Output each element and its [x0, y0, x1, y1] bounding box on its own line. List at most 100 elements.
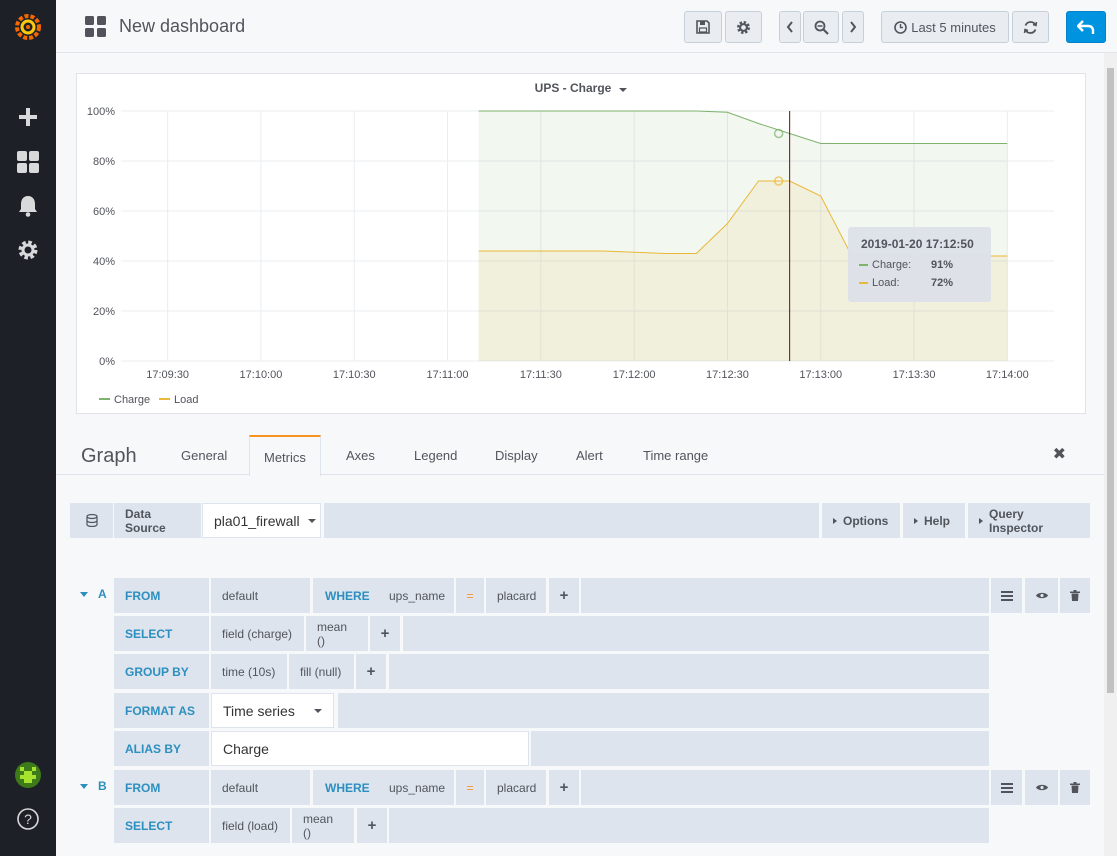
tooltip-row-load: Load:	[859, 277, 900, 289]
query-inspector-button[interactable]: Query Inspector	[968, 503, 1090, 538]
tab-alert[interactable]: Alert	[576, 448, 603, 463]
query-inspector-label: Query Inspector	[989, 506, 1044, 535]
select-row-filler	[389, 808, 989, 843]
remove-query-button[interactable]	[1060, 770, 1090, 805]
format-as-value: Time series	[223, 702, 295, 719]
dashboard-settings-button[interactable]	[725, 11, 762, 43]
select-field-segment[interactable]: field (load)	[211, 808, 290, 843]
undo-arrow-icon	[1077, 19, 1095, 34]
x-tick-label: 17:14:00	[986, 369, 1029, 381]
chevron-down-icon	[307, 518, 316, 523]
format-as-select[interactable]: Time series	[211, 693, 334, 728]
tab-legend[interactable]: Legend	[414, 448, 457, 463]
back-to-dashboard-button[interactable]	[1066, 11, 1106, 43]
tab-time-range[interactable]: Time range	[643, 448, 708, 463]
retention-policy-segment[interactable]: default	[211, 578, 310, 613]
tooltip-series-name: Charge:	[872, 259, 912, 271]
x-tick-label: 17:10:30	[333, 369, 376, 381]
add-where-button[interactable]: +	[549, 578, 579, 613]
options-button[interactable]: Options	[822, 503, 900, 538]
panel-editor-tabs: Graph General Metrics Axes Legend Displa…	[56, 434, 1117, 476]
help-icon[interactable]: ?	[14, 805, 42, 833]
x-tick-label: 17:12:00	[613, 369, 656, 381]
time-picker-button[interactable]: Last 5 minutes	[881, 11, 1009, 43]
svg-text:?: ?	[24, 811, 32, 827]
select-function-segment[interactable]: mean ()	[292, 808, 354, 843]
where-value-segment[interactable]: placard	[486, 770, 546, 805]
dashboard-title[interactable]: New dashboard	[119, 16, 245, 37]
tab-general[interactable]: General	[181, 448, 227, 463]
add-select-button[interactable]: +	[357, 808, 387, 843]
save-dashboard-button[interactable]	[684, 11, 722, 43]
where-operator-segment[interactable]: =	[456, 770, 484, 805]
legend-item-charge[interactable]: Charge	[114, 394, 150, 406]
caret-right-icon	[979, 517, 983, 524]
remove-query-button[interactable]	[1060, 578, 1090, 613]
groupby-fill-segment[interactable]: fill (null)	[289, 654, 354, 689]
close-icon[interactable]: ✖	[1053, 444, 1066, 464]
select-function-segment[interactable]: mean ()	[306, 616, 368, 651]
dashboards-grid-icon[interactable]	[14, 148, 42, 176]
plus-icon[interactable]	[14, 103, 42, 131]
time-shift-back-button[interactable]	[779, 11, 801, 43]
query-menu-button[interactable]	[991, 770, 1022, 805]
save-icon	[696, 20, 710, 34]
where-operator-segment[interactable]: =	[456, 578, 484, 613]
refresh-button[interactable]	[1012, 11, 1049, 43]
grafana-logo-icon[interactable]	[14, 13, 42, 41]
caret-right-icon	[914, 517, 918, 524]
dashboard-navbar: New dashboard Last 5 minutes	[56, 0, 1117, 53]
help-label: Help	[924, 513, 951, 528]
dashboard-grid-icon[interactable]	[85, 16, 106, 37]
zoom-out-button[interactable]	[803, 11, 839, 43]
tooltip-time: 2019-01-20 17:12:50	[861, 237, 974, 251]
help-button[interactable]: Help	[903, 503, 965, 538]
add-select-button[interactable]: +	[370, 616, 400, 651]
avatar[interactable]	[14, 761, 42, 789]
datasource-value: pla01_firewall	[214, 512, 300, 529]
legend-item-load[interactable]: Load	[174, 394, 198, 406]
tab-metrics[interactable]: Metrics	[249, 435, 321, 476]
tab-axes[interactable]: Axes	[346, 448, 375, 463]
query-menu-button[interactable]	[991, 578, 1022, 613]
where-key-segment[interactable]: ups_name	[378, 578, 454, 613]
bell-icon[interactable]	[14, 192, 42, 220]
toggle-query-visibility-button[interactable]	[1025, 770, 1058, 805]
datasource-select[interactable]: pla01_firewall	[202, 503, 321, 538]
trash-icon	[1070, 590, 1080, 601]
time-range-label: Last 5 minutes	[911, 19, 996, 35]
select-field-segment[interactable]: field (charge)	[211, 616, 304, 651]
scrollbar-thumb[interactable]	[1107, 68, 1114, 693]
select-keyword: SELECT	[114, 616, 209, 651]
gear-icon[interactable]	[14, 236, 42, 264]
chevron-down-icon	[314, 708, 322, 713]
x-tick-label: 17:13:30	[893, 369, 936, 381]
clock-icon	[894, 20, 908, 34]
database-icon	[70, 503, 113, 538]
where-keyword: WHERE	[314, 578, 375, 613]
where-key-segment[interactable]: ups_name	[378, 770, 454, 805]
alias-by-input[interactable]: Charge	[211, 731, 529, 766]
y-tick-label: 0%	[99, 356, 115, 368]
tab-display[interactable]: Display	[495, 448, 538, 463]
toggle-query-visibility-button[interactable]	[1025, 578, 1058, 613]
zoom-out-icon	[814, 20, 829, 35]
y-tick-label: 80%	[93, 156, 115, 168]
retention-policy-segment[interactable]: default	[211, 770, 310, 805]
query-a-toggle[interactable]: A	[80, 587, 107, 601]
where-keyword: WHERE	[314, 770, 375, 805]
x-tick-label: 17:11:30	[520, 369, 562, 381]
add-where-button[interactable]: +	[549, 770, 579, 805]
trash-icon	[1070, 782, 1080, 793]
add-groupby-button[interactable]: +	[356, 654, 386, 689]
page-scrollbar[interactable]	[1104, 53, 1117, 856]
x-tick-label: 17:10:00	[240, 369, 283, 381]
caret-down-icon	[80, 591, 88, 597]
caret-down-icon	[80, 783, 88, 789]
time-shift-forward-button[interactable]	[842, 11, 864, 43]
query-b-toggle[interactable]: B	[80, 779, 107, 793]
where-value-segment[interactable]: placard	[486, 578, 546, 613]
datasource-label: Data Source	[114, 503, 201, 538]
groupby-time-segment[interactable]: time (10s)	[211, 654, 287, 689]
refresh-icon	[1023, 20, 1038, 34]
